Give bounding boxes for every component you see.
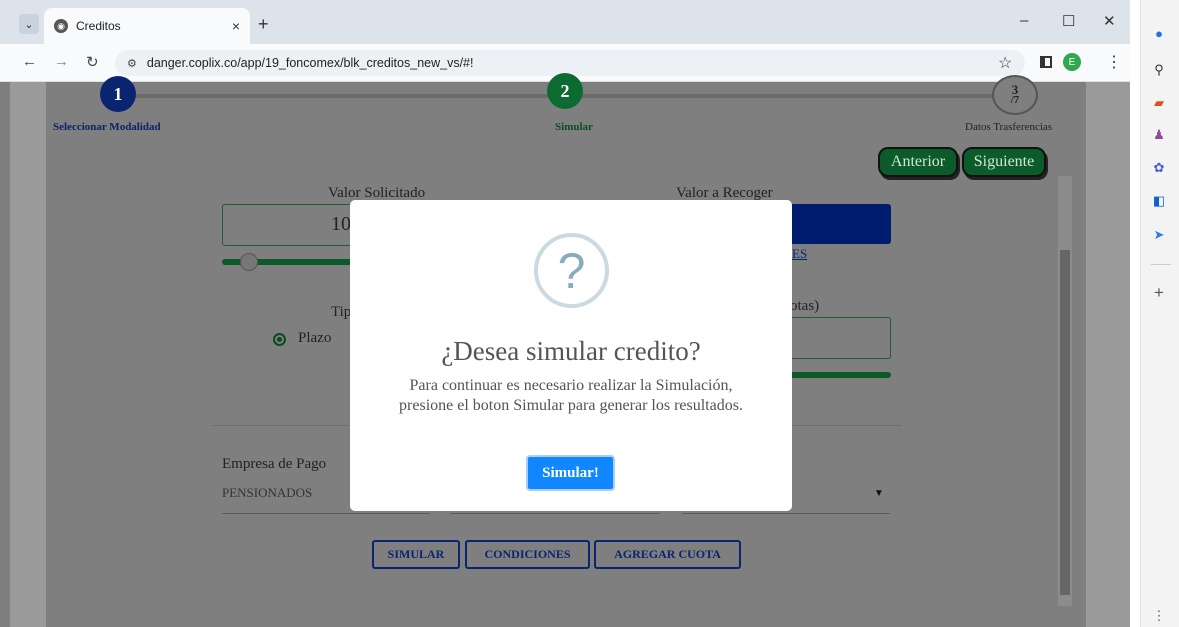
- maximize-button[interactable]: ☐: [1062, 12, 1075, 30]
- new-tab-button[interactable]: +: [258, 14, 269, 35]
- sidebar-settings-icon[interactable]: ⋮: [1150, 608, 1168, 624]
- close-window-button[interactable]: ✕: [1103, 12, 1116, 30]
- step-1-circle[interactable]: 1: [100, 76, 136, 112]
- next-button[interactable]: Siguiente: [962, 147, 1046, 177]
- field-underline: [682, 513, 890, 514]
- plazo-label: Plazo: [298, 330, 332, 346]
- empresa-select[interactable]: PENSIONADOS: [222, 485, 312, 501]
- plazo-radio[interactable]: [273, 333, 286, 346]
- url-text: danger.coplix.co/app/19_foncomex/blk_cre…: [146, 56, 474, 70]
- search-icon[interactable]: ⚲: [1150, 62, 1168, 78]
- step-3-circle[interactable]: 3 /7: [992, 75, 1038, 115]
- left-strip: [0, 82, 10, 627]
- dropdown-arrow-icon[interactable]: ▼: [874, 488, 884, 499]
- cuotas-input[interactable]: [780, 317, 891, 359]
- url-field[interactable]: ⚙ danger.coplix.co/app/19_foncomex/blk_c…: [115, 50, 1025, 76]
- add-icon[interactable]: +: [1150, 283, 1168, 302]
- cuotas-slider-track[interactable]: [780, 372, 891, 378]
- forward-arrow-icon[interactable]: →: [54, 53, 69, 70]
- back-arrow-icon[interactable]: ←: [22, 53, 37, 70]
- tab-title: Creditos: [76, 19, 121, 33]
- bookmark-star-icon[interactable]: ☆: [998, 53, 1012, 73]
- tab-search-dropdown-icon[interactable]: ⌄: [19, 14, 39, 34]
- profile-avatar[interactable]: E: [1063, 53, 1081, 71]
- partial-link[interactable]: ES: [792, 246, 807, 262]
- globe-icon: ◉: [54, 19, 68, 33]
- previous-button[interactable]: Anterior: [878, 147, 958, 177]
- condiciones-button[interactable]: CONDICIONES: [465, 540, 590, 569]
- send-icon[interactable]: ➤: [1150, 227, 1168, 243]
- scrollbar-thumb[interactable]: [1060, 250, 1070, 595]
- valor-slider-handle[interactable]: [240, 253, 258, 271]
- minimize-button[interactable]: –: [1020, 12, 1028, 29]
- reload-icon[interactable]: ↻: [86, 53, 99, 71]
- dialog-title: ¿Desea simular credito?: [441, 336, 701, 366]
- question-icon: ?: [534, 233, 609, 308]
- browser-tab[interactable]: ◉ Creditos ×: [44, 8, 250, 44]
- site-info-icon[interactable]: ⚙: [127, 57, 137, 70]
- office-icon[interactable]: ✿: [1150, 160, 1168, 176]
- step-2-label: Simular: [555, 121, 593, 133]
- empresa-label: Empresa de Pago: [222, 456, 327, 472]
- step-total: /7: [1010, 94, 1020, 106]
- step-3-label: Datos Trasferencias: [965, 121, 1053, 133]
- browser-menu-icon[interactable]: ⋮: [1106, 52, 1122, 72]
- tab-close-icon[interactable]: ×: [232, 18, 240, 34]
- sidebar-divider: [1151, 264, 1171, 265]
- copilot-icon[interactable]: ●: [1150, 25, 1168, 41]
- dialog-message: Para continuar es necesario realizar la …: [399, 377, 743, 414]
- empresa-underline: [222, 513, 430, 514]
- simular-button[interactable]: SIMULAR: [372, 540, 460, 569]
- side-panel-icon[interactable]: [1040, 56, 1052, 68]
- outlook-icon[interactable]: ◧: [1150, 193, 1168, 209]
- simular-confirm-button[interactable]: Simular!: [526, 455, 615, 491]
- field-underline: [450, 513, 660, 514]
- step-2-circle[interactable]: 2: [547, 73, 583, 109]
- shopping-icon[interactable]: ▰: [1150, 95, 1168, 111]
- games-icon[interactable]: ♟: [1150, 127, 1168, 143]
- agregar-cuota-button[interactable]: AGREGAR CUOTA: [594, 540, 741, 569]
- step-1-label: Seleccionar Modalidad: [53, 121, 161, 133]
- tipo-label: Tip: [331, 304, 352, 320]
- cuotas-label: otas): [790, 298, 820, 314]
